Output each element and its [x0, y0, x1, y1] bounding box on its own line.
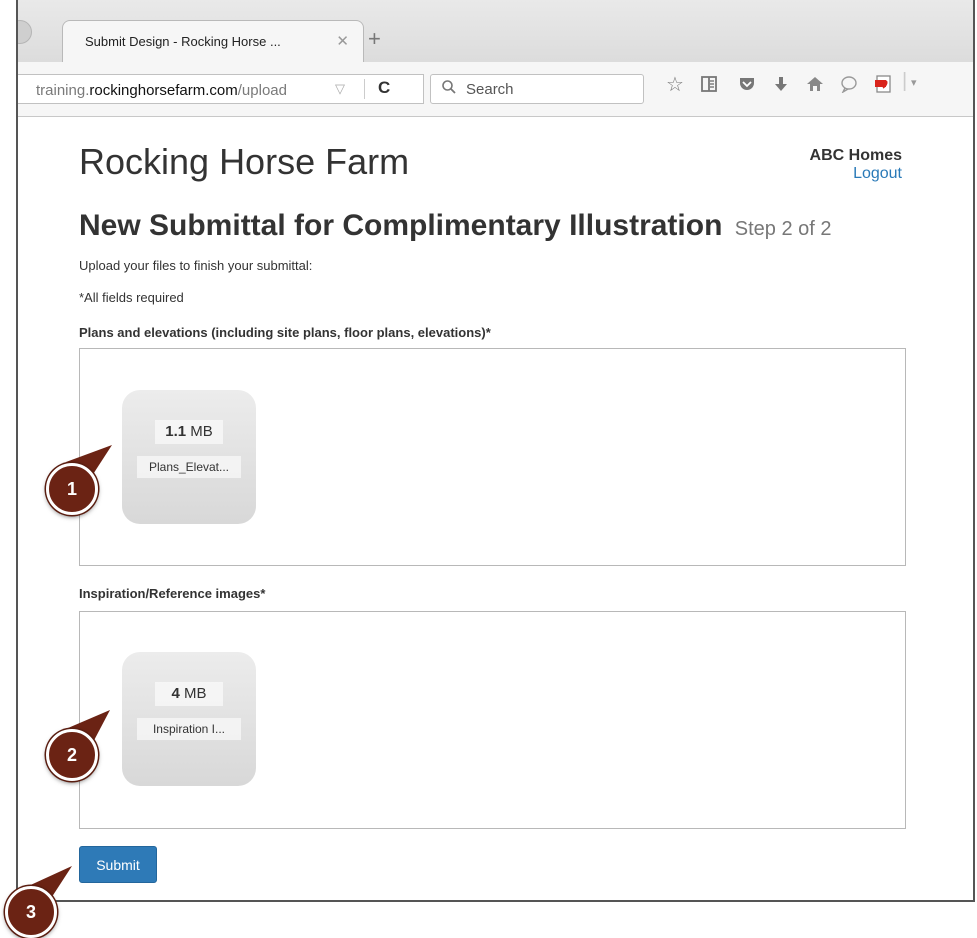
inspiration-dropzone[interactable]: 4 MB Inspiration I...: [79, 611, 906, 829]
new-tab-button[interactable]: +: [368, 26, 381, 52]
file-name: Inspiration I...: [137, 718, 241, 740]
close-icon[interactable]: ✕: [336, 32, 349, 50]
step-indicator: Step 2 of 2: [734, 218, 832, 240]
tab-bar: Submit Design - Rocking Horse ... ✕ +: [18, 0, 973, 62]
search-icon: [441, 79, 457, 99]
file-size: 1.1 MB: [155, 420, 223, 444]
download-icon[interactable]: [772, 72, 790, 99]
navigation-toolbar: training.rockinghorsefarm.com/upload ▽ C…: [18, 62, 973, 117]
reload-icon[interactable]: C: [378, 78, 390, 98]
chat-icon[interactable]: [840, 72, 858, 99]
pocket-icon[interactable]: [738, 72, 756, 99]
url-text: training.rockinghorsefarm.com/upload: [36, 82, 287, 99]
site-title: Rocking Horse Farm: [79, 141, 410, 182]
window-button[interactable]: [18, 20, 32, 44]
page-title: New Submittal for Complimentary Illustra…: [79, 209, 723, 242]
logout-link[interactable]: Logout: [810, 165, 902, 183]
intro-text: Upload your files to finish your submitt…: [79, 258, 313, 273]
url-separator: [364, 79, 365, 99]
browser-window: Submit Design - Rocking Horse ... ✕ + tr…: [16, 0, 975, 902]
plans-dropzone[interactable]: 1.1 MB Plans_Elevat...: [79, 348, 906, 566]
callout-3: 3: [5, 886, 57, 938]
chevron-down-icon[interactable]: ▽: [335, 81, 345, 97]
submit-button[interactable]: Submit: [79, 846, 157, 883]
address-bar[interactable]: training.rockinghorsefarm.com/upload ▽ C: [18, 74, 424, 104]
search-placeholder: Search: [466, 81, 514, 98]
file-size: 4 MB: [155, 682, 223, 706]
inspiration-file-preview[interactable]: 4 MB Inspiration I...: [122, 652, 256, 786]
required-note: *All fields required: [79, 290, 184, 305]
star-icon[interactable]: ☆: [666, 72, 684, 97]
tab-title: Submit Design - Rocking Horse ...: [85, 34, 281, 49]
toolbar-separator: |: [902, 70, 908, 92]
browser-tab[interactable]: Submit Design - Rocking Horse ... ✕: [62, 20, 364, 62]
inspiration-field-label: Inspiration/Reference images*: [79, 586, 266, 601]
chevron-down-icon[interactable]: ▾: [911, 76, 917, 89]
account-menu: ABC Homes Logout: [810, 147, 902, 183]
file-name: Plans_Elevat...: [137, 456, 241, 478]
plans-field-label: Plans and elevations (including site pla…: [79, 325, 491, 340]
page-content: Rocking Horse Farm ABC Homes Logout New …: [18, 117, 973, 900]
plans-file-preview[interactable]: 1.1 MB Plans_Elevat...: [122, 390, 256, 524]
pdf-icon[interactable]: [874, 72, 894, 100]
search-input[interactable]: Search: [430, 74, 644, 104]
account-name: ABC Homes: [809, 147, 902, 164]
reading-list-icon[interactable]: [700, 72, 718, 99]
home-icon[interactable]: [806, 72, 824, 99]
callout-2: 2: [46, 729, 98, 781]
page-heading: New Submittal for Complimentary Illustra…: [79, 209, 832, 243]
callout-1: 1: [46, 463, 98, 515]
